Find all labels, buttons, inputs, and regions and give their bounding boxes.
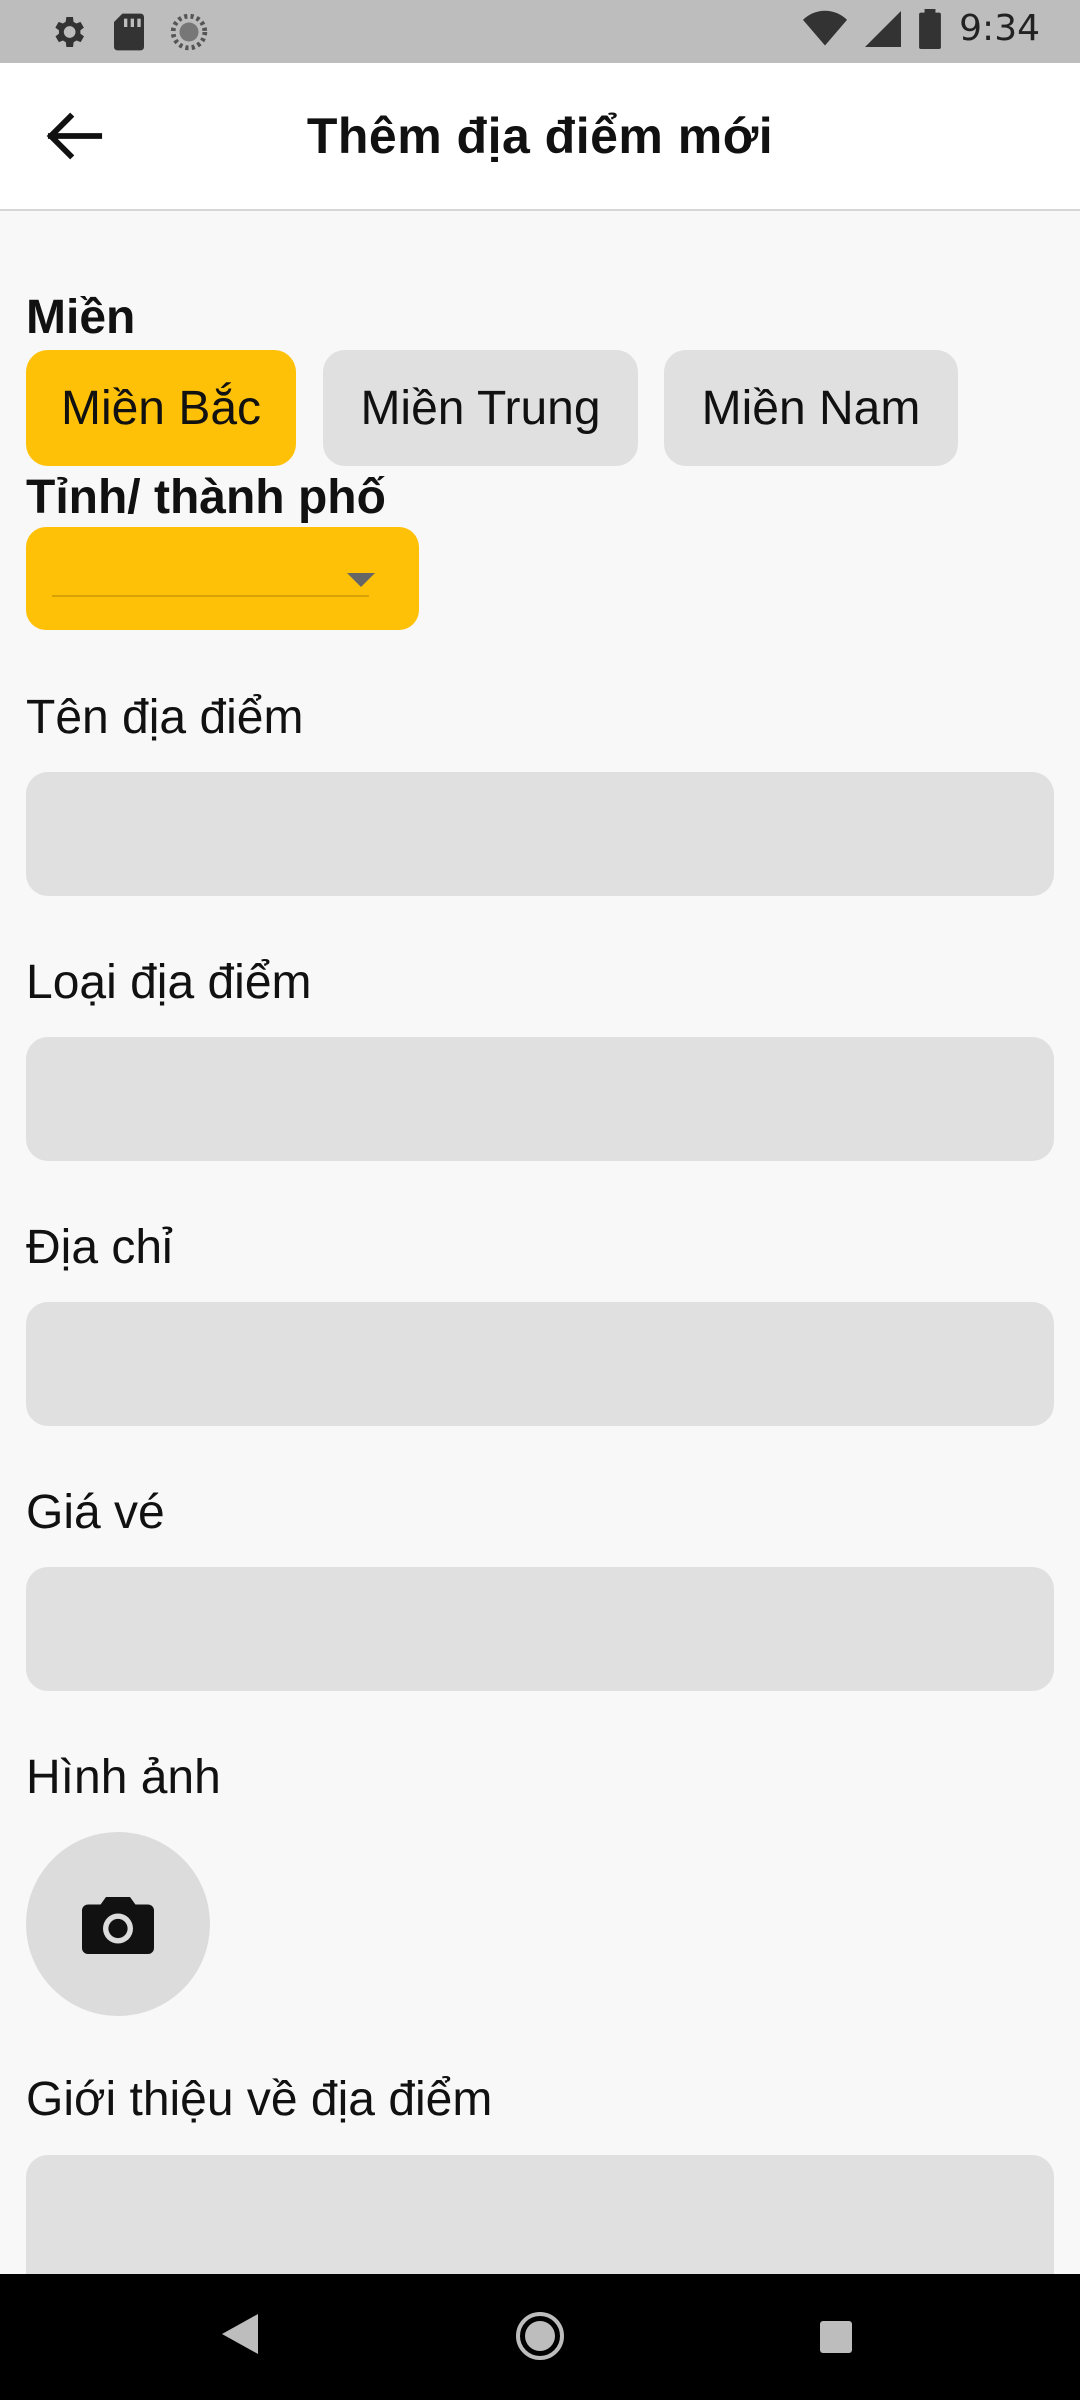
dropdown-underline — [52, 595, 369, 597]
ticket-price-label: Giá vé — [26, 1486, 165, 1539]
dropdown-arrow-icon — [347, 573, 375, 587]
status-left-icons — [48, 12, 208, 52]
place-type-label: Loại địa điểm — [26, 956, 312, 1009]
ticket-price-input[interactable] — [26, 1567, 1054, 1691]
signal-icon — [865, 10, 902, 47]
province-label: Tỉnh/ thành phố — [26, 471, 386, 524]
camera-icon — [82, 1897, 154, 1954]
battery-icon — [919, 8, 942, 49]
place-type-input[interactable] — [26, 1037, 1054, 1161]
place-name-label: Tên địa điểm — [26, 691, 304, 744]
sd-card-icon — [114, 13, 144, 51]
province-dropdown[interactable] — [26, 527, 419, 630]
system-nav-bar — [0, 2274, 1080, 2400]
address-label: Địa chỉ — [26, 1221, 173, 1274]
place-name-input[interactable] — [26, 772, 1054, 896]
region-chip-central[interactable]: Miền Trung — [323, 350, 638, 466]
address-input[interactable] — [26, 1302, 1054, 1426]
settings-icon — [55, 17, 84, 47]
region-label: Miền — [26, 291, 136, 344]
nav-recents-icon[interactable] — [820, 2321, 852, 2353]
status-right-icons: 9:34 — [803, 8, 1040, 49]
region-chip-north[interactable]: Miền Bắc — [26, 350, 296, 466]
nav-back-icon[interactable] — [222, 2314, 258, 2354]
page-title: Thêm địa điểm mới — [306, 108, 774, 164]
status-bar: 9:34 — [0, 0, 1080, 63]
status-time: 9:34 — [959, 8, 1040, 49]
region-chip-south[interactable]: Miền Nam — [664, 350, 958, 466]
wifi-icon — [803, 10, 848, 45]
intro-label: Giới thiệu về địa điểm — [26, 2073, 493, 2126]
nav-home-icon[interactable] — [515, 2311, 565, 2361]
app-bar: Thêm địa điểm mới — [0, 63, 1080, 211]
image-label: Hình ảnh — [26, 1751, 221, 1804]
sync-icon — [170, 13, 208, 51]
camera-button[interactable] — [26, 1832, 210, 2016]
